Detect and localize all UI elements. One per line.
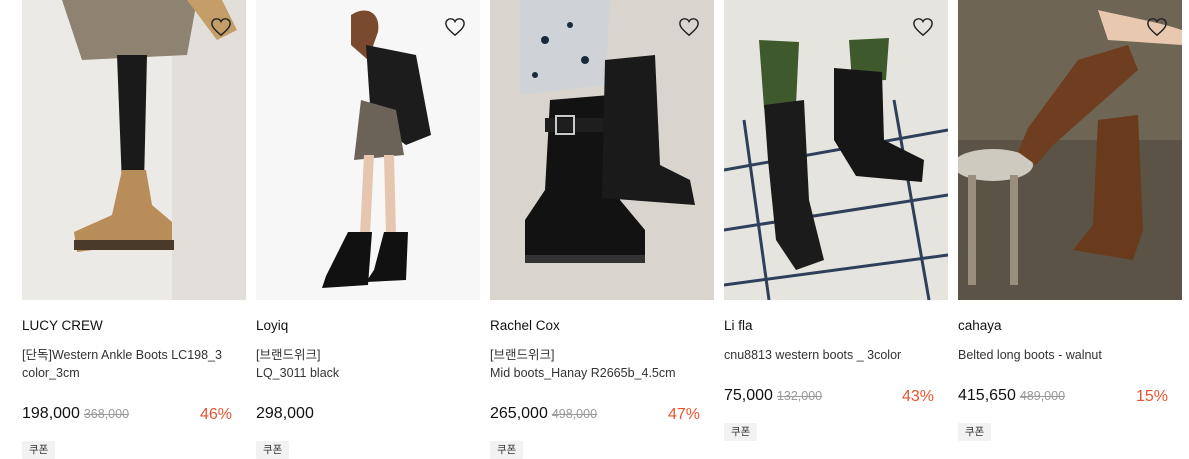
wishlist-heart-icon[interactable] — [1146, 17, 1168, 37]
product-card[interactable]: Loyiq [브랜드위크] LQ_3011 black 298,000 쿠폰 — [256, 0, 480, 459]
wishlist-heart-icon[interactable] — [210, 17, 232, 37]
discount-rate: 43% — [901, 388, 934, 405]
original-price: 489,000 — [1019, 389, 1066, 403]
discount-rate: 47% — [667, 406, 700, 423]
wishlist-heart-icon[interactable] — [678, 17, 700, 37]
sale-price: 198,000 — [22, 405, 80, 422]
product-card[interactable]: Rachel Cox [브랜드위크] Mid boots_Hanay R2665… — [490, 0, 714, 459]
original-price: 368,000 — [83, 407, 130, 421]
coupon-badge: 쿠폰 — [22, 441, 56, 459]
product-image[interactable] — [958, 0, 1182, 300]
product-image[interactable] — [724, 0, 948, 300]
product-name-line-1: Belted long boots - walnut — [958, 348, 1102, 362]
product-name[interactable]: Belted long boots - walnut — [958, 346, 1174, 364]
product-name-line-1: [브랜드위크] — [256, 348, 321, 362]
product-name-line-2: color_3cm — [22, 366, 80, 380]
product-name[interactable]: cnu8813 western boots _ 3color — [724, 346, 940, 364]
coupon-badge: 쿠폰 — [724, 423, 758, 441]
product-name[interactable]: [브랜드위크] LQ_3011 black — [256, 346, 472, 382]
price-row: 265,000 498,000 47% — [490, 405, 700, 425]
brand-name[interactable]: Loyiq — [256, 318, 288, 333]
sale-price: 75,000 — [724, 387, 773, 404]
product-name-line-2: Mid boots_Hanay R2665b_4.5cm — [490, 366, 676, 380]
product-card[interactable]: LUCY CREW [단독]Western Ankle Boots LC198_… — [22, 0, 246, 459]
brand-name[interactable]: cahaya — [958, 318, 1002, 333]
product-name-line-1: cnu8813 western boots _ 3color — [724, 348, 902, 362]
product-image[interactable] — [256, 0, 480, 300]
brand-name[interactable]: LUCY CREW — [22, 318, 103, 333]
discount-rate: 46% — [199, 406, 232, 423]
product-name-line-1: [브랜드위크] — [490, 348, 555, 362]
discount-rate: 15% — [1135, 388, 1168, 405]
price-row: 75,000 132,000 43% — [724, 387, 934, 407]
product-card[interactable]: cahaya Belted long boots - walnut 415,65… — [958, 0, 1182, 459]
product-card[interactable]: Li fla cnu8813 western boots _ 3color 75… — [724, 0, 948, 459]
coupon-badge: 쿠폰 — [490, 441, 524, 459]
coupon-badge: 쿠폰 — [256, 441, 290, 459]
product-grid: LUCY CREW [단독]Western Ankle Boots LC198_… — [0, 0, 1189, 459]
product-image[interactable] — [490, 0, 714, 300]
original-price: 498,000 — [551, 407, 598, 421]
wishlist-heart-icon[interactable] — [912, 17, 934, 37]
product-image[interactable] — [22, 0, 246, 300]
brand-name[interactable]: Li fla — [724, 318, 753, 333]
price-row: 298,000 — [256, 405, 466, 425]
product-name-line-1: [단독]Western Ankle Boots LC198_3 — [22, 348, 222, 362]
wishlist-heart-icon[interactable] — [444, 17, 466, 37]
product-name[interactable]: [브랜드위크] Mid boots_Hanay R2665b_4.5cm — [490, 346, 706, 382]
sale-price: 298,000 — [256, 405, 314, 422]
product-name[interactable]: [단독]Western Ankle Boots LC198_3 color_3c… — [22, 346, 238, 382]
price-row: 198,000 368,000 46% — [22, 405, 232, 425]
product-name-line-2: LQ_3011 black — [256, 366, 340, 380]
original-price: 132,000 — [776, 389, 823, 403]
brand-name[interactable]: Rachel Cox — [490, 318, 560, 333]
sale-price: 415,650 — [958, 387, 1016, 404]
coupon-badge: 쿠폰 — [958, 423, 992, 441]
sale-price: 265,000 — [490, 405, 548, 422]
price-row: 415,650 489,000 15% — [958, 387, 1168, 407]
